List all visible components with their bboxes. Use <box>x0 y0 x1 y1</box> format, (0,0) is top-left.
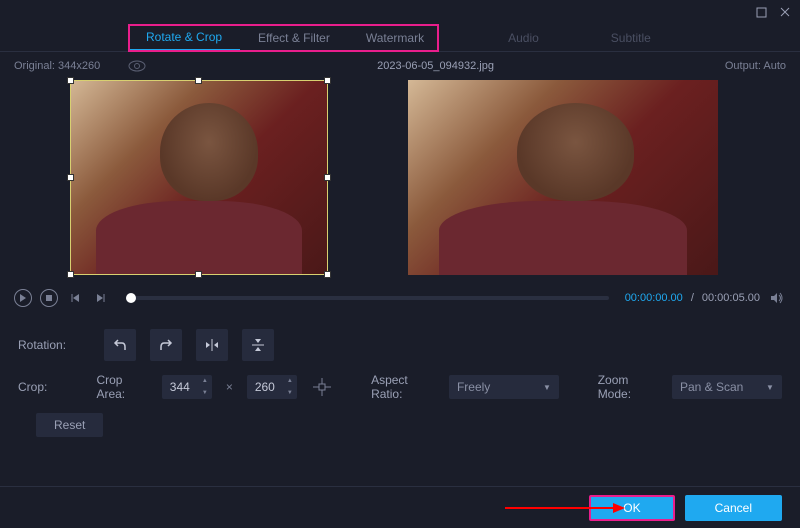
ok-button[interactable]: OK <box>589 495 674 521</box>
aspect-ratio-select[interactable]: Freely ▼ <box>449 375 559 399</box>
zoom-mode-value: Pan & Scan <box>680 380 743 394</box>
maximize-button[interactable] <box>754 5 768 19</box>
info-row: Original: 344x260 2023-06-05_094932.jpg … <box>0 52 800 80</box>
playhead[interactable] <box>126 293 136 303</box>
crop-height-value: 260 <box>247 380 283 394</box>
cancel-button[interactable]: Cancel <box>685 495 782 521</box>
tab-audio: Audio <box>490 24 557 51</box>
crop-handle-se[interactable] <box>324 271 331 278</box>
time-current: 00:00:00.00 <box>625 292 683 304</box>
rotation-label: Rotation: <box>18 338 90 352</box>
filename-label: 2023-06-05_094932.jpg <box>146 60 725 72</box>
crop-label: Crop: <box>18 380 82 394</box>
rotate-right-button[interactable] <box>150 329 182 361</box>
rotate-left-button[interactable] <box>104 329 136 361</box>
crop-area-label: Crop Area: <box>96 373 147 401</box>
height-down[interactable]: ▼ <box>283 387 297 399</box>
tab-rotate-crop[interactable]: Rotate & Crop <box>128 24 240 51</box>
crop-handle-ne[interactable] <box>324 77 331 84</box>
crop-frame[interactable] <box>70 80 328 275</box>
zoom-mode-select[interactable]: Pan & Scan ▼ <box>672 375 782 399</box>
play-button[interactable] <box>14 289 32 307</box>
flip-horizontal-button[interactable] <box>196 329 228 361</box>
crop-height-input[interactable]: 260▲▼ <box>247 375 297 399</box>
time-sep: / <box>691 292 694 304</box>
crop-width-value: 344 <box>162 380 198 394</box>
crop-handle-e[interactable] <box>324 174 331 181</box>
height-up[interactable]: ▲ <box>283 375 297 387</box>
output-label: Output: Auto <box>725 60 786 72</box>
chevron-down-icon: ▼ <box>766 383 774 392</box>
output-preview <box>408 80 718 275</box>
seek-track[interactable] <box>126 296 609 300</box>
crop-handle-s[interactable] <box>195 271 202 278</box>
aspect-ratio-label: Aspect Ratio: <box>371 373 435 401</box>
reset-button[interactable]: Reset <box>36 413 103 437</box>
center-crop-icon[interactable] <box>311 375 332 399</box>
controls-panel: Rotation: Crop: Crop Area: 344▲▼ × 260▲▼… <box>0 315 800 451</box>
x-sep: × <box>226 380 233 394</box>
preview-row <box>0 80 800 275</box>
tab-subtitle: Subtitle <box>593 24 669 51</box>
time-duration: 00:00:05.00 <box>702 292 760 304</box>
footer: OK Cancel <box>0 486 800 528</box>
tab-watermark[interactable]: Watermark <box>348 24 442 51</box>
original-size-label: Original: 344x260 <box>14 60 100 72</box>
crop-handle-sw[interactable] <box>67 271 74 278</box>
next-frame-button[interactable] <box>92 289 110 307</box>
crop-handle-nw[interactable] <box>67 77 74 84</box>
crop-row: Crop: Crop Area: 344▲▼ × 260▲▼ Aspect Ra… <box>18 373 782 401</box>
titlebar <box>0 0 800 24</box>
original-preview[interactable] <box>70 80 328 275</box>
tab-effect-filter[interactable]: Effect & Filter <box>240 24 348 51</box>
output-thumb <box>408 80 718 275</box>
flip-vertical-button[interactable] <box>242 329 274 361</box>
width-down[interactable]: ▼ <box>198 387 212 399</box>
chevron-down-icon: ▼ <box>543 383 551 392</box>
prev-frame-button[interactable] <box>66 289 84 307</box>
stop-button[interactable] <box>40 289 58 307</box>
tabs: Rotate & Crop Effect & Filter Watermark … <box>0 24 800 52</box>
rotation-row: Rotation: <box>18 329 782 361</box>
zoom-mode-label: Zoom Mode: <box>598 373 658 401</box>
aspect-ratio-value: Freely <box>457 380 490 394</box>
volume-icon[interactable] <box>768 289 786 307</box>
crop-handle-n[interactable] <box>195 77 202 84</box>
eye-icon[interactable] <box>128 60 146 72</box>
width-up[interactable]: ▲ <box>198 375 212 387</box>
crop-width-input[interactable]: 344▲▼ <box>162 375 212 399</box>
close-button[interactable] <box>778 5 792 19</box>
playback-controls: 00:00:00.00 / 00:00:05.00 <box>0 281 800 315</box>
crop-handle-w[interactable] <box>67 174 74 181</box>
